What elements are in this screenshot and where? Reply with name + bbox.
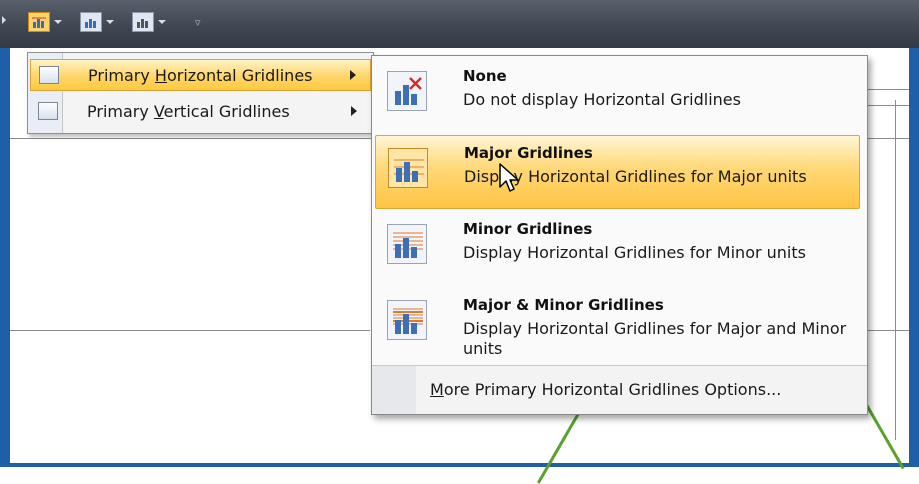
option-minor-gridlines[interactable]: Minor Gridlines Display Horizontal Gridl…	[375, 212, 860, 286]
chart-gridline	[10, 330, 370, 331]
menu-item-label: Primary Horizontal Gridlines	[88, 65, 313, 85]
more-options-item[interactable]: More Primary Horizontal Gridlines Option…	[372, 365, 867, 414]
menu-item-primary-vertical-gridlines[interactable]: Primary Vertical Gridlines	[30, 95, 371, 127]
gridlines-dropdown-button[interactable]	[28, 10, 62, 34]
chart-edge-line	[866, 89, 909, 90]
chart-wall-icon	[132, 12, 154, 32]
option-description: Do not display Horizontal Gridlines	[463, 90, 741, 109]
major-gridlines-icon	[388, 148, 428, 188]
more-icon[interactable]: ▿	[195, 16, 205, 29]
submenu-arrow-icon	[350, 70, 356, 80]
option-description: Display Horizontal Gridlines for Major a…	[463, 319, 847, 358]
option-title: None	[463, 67, 507, 85]
submenu-arrow-icon	[351, 106, 357, 116]
chevron-down-icon	[158, 20, 166, 24]
horizontal-gridlines-icon	[39, 66, 59, 84]
horizontal-gridlines-dropdown: None Do not display Horizontal Gridlines…	[371, 55, 868, 415]
menu-gutter	[372, 366, 416, 414]
window-frame-left	[0, 0, 10, 467]
more-options-label: More Primary Horizontal Gridlines Option…	[430, 380, 782, 399]
chevron-down-icon	[54, 20, 62, 24]
plot-area-dropdown-button[interactable]	[80, 10, 114, 34]
no-gridlines-icon	[387, 71, 427, 111]
chart-series-line-2	[862, 398, 905, 470]
ribbon-toolbar: ▿	[0, 0, 919, 48]
chart-wall-dropdown-button[interactable]	[132, 10, 166, 34]
vertical-gridlines-icon	[38, 102, 58, 120]
option-title: Major Gridlines	[464, 144, 593, 162]
window-frame-right	[909, 0, 919, 467]
option-title: Major & Minor Gridlines	[463, 296, 664, 314]
option-title: Minor Gridlines	[463, 220, 593, 238]
gridlines-submenu: Primary Horizontal Gridlines Primary Ver…	[27, 52, 374, 134]
chart-series-line	[537, 413, 580, 484]
option-major-gridlines[interactable]: Major Gridlines Display Horizontal Gridl…	[375, 135, 860, 209]
chevron-down-icon	[106, 20, 114, 24]
major-minor-gridlines-icon	[387, 300, 427, 340]
option-major-minor-gridlines[interactable]: Major & Minor Gridlines Display Horizont…	[375, 288, 860, 364]
chart-area-icon	[80, 12, 102, 32]
option-none[interactable]: None Do not display Horizontal Gridlines	[375, 59, 860, 133]
menu-item-label: Primary Vertical Gridlines	[87, 101, 290, 121]
chart-edge-line-2	[866, 105, 909, 106]
gridlines-icon	[28, 12, 50, 32]
scroll-left-icon[interactable]	[2, 16, 6, 24]
mouse-cursor-icon	[499, 163, 519, 192]
option-description: Display Horizontal Gridlines for Minor u…	[463, 243, 806, 262]
menu-item-primary-horizontal-gridlines[interactable]: Primary Horizontal Gridlines	[30, 59, 371, 91]
minor-gridlines-icon	[387, 224, 427, 264]
chart-gridline-right	[866, 330, 909, 331]
option-description: Display Horizontal Gridlines for Major u…	[464, 167, 807, 186]
window-frame-bottom	[0, 463, 919, 467]
chart-border-right	[895, 100, 896, 440]
